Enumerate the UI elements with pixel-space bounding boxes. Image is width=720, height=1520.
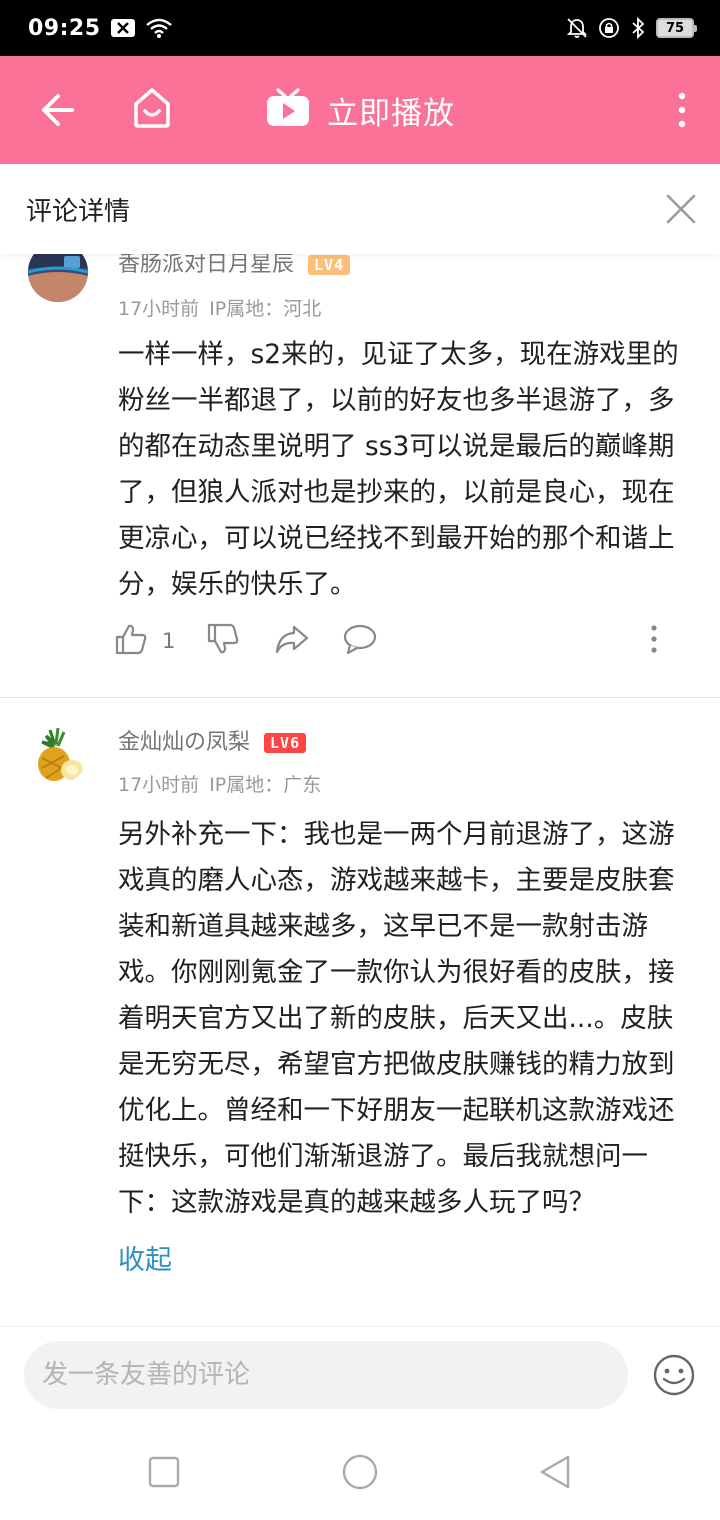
level-badge: LV6 — [264, 733, 307, 753]
like-button[interactable]: 1 — [114, 622, 175, 660]
thumbs-up-icon — [114, 622, 148, 660]
comment-location: IP属地：河北 — [209, 298, 322, 320]
username-text[interactable]: 金灿灿の凤梨 — [118, 730, 250, 755]
home-tv-icon[interactable] — [130, 84, 174, 132]
username-text[interactable]: 香肠派对日月星辰 — [118, 254, 294, 277]
bell-off-icon — [566, 17, 588, 39]
app-header: 立即播放 — [0, 56, 720, 164]
bluetooth-icon — [630, 17, 646, 39]
share-arrow-icon — [274, 622, 310, 660]
more-vertical-icon[interactable] — [670, 88, 694, 132]
notification-x-icon — [110, 19, 135, 37]
comment-item: 香肠派对日月星辰 LV4 17小时前 IP属地：河北 一样一样，s2来的，见证了太多… — [0, 254, 720, 674]
status-left: 09:25 — [28, 16, 173, 41]
comment-text: 一样一样，s2来的，见证了太多，现在游戏里的粉丝一半都退了，以前的好友也多半退游… — [118, 339, 679, 600]
comment-input[interactable] — [24, 1341, 628, 1409]
level-badge: LV4 — [308, 255, 351, 275]
comment-location: IP属地：广东 — [209, 774, 322, 796]
comment-time: 17小时前 — [118, 774, 200, 796]
collapse-link[interactable]: 收起 — [118, 1238, 172, 1277]
wifi-icon — [145, 17, 173, 39]
status-right: 75 — [566, 17, 697, 39]
status-bar: 09:25 75 — [0, 0, 720, 56]
system-nav-bar — [0, 1426, 720, 1520]
comment-username[interactable]: 香肠派对日月星辰 LV4 — [118, 254, 351, 278]
battery-indicator: 75 — [656, 18, 697, 38]
like-count: 1 — [162, 629, 176, 653]
tv-play-icon — [265, 88, 311, 132]
comment-input-bar — [0, 1326, 720, 1427]
comment-text: 另外补充一下：我也是一两个月前退游了，这游戏真的磨人心态，游戏越来越卡，主要是皮… — [118, 819, 675, 1218]
comment-list[interactable]: 香肠派对日月星辰 LV4 17小时前 IP属地：河北 一样一样，s2来的，见证了太多… — [0, 254, 720, 1326]
share-button[interactable] — [274, 622, 310, 660]
comment-detail-header: 评论详情 — [0, 164, 720, 254]
comment-meta: 17小时前 IP属地：河北 — [118, 294, 321, 321]
back-arrow-icon[interactable] — [38, 90, 76, 130]
page-title: 评论详情 — [26, 196, 131, 227]
home-circle-icon[interactable] — [341, 1453, 379, 1495]
comment-username[interactable]: 金灿灿の凤梨 LV6 — [118, 724, 307, 756]
comment-actions: 1 — [114, 622, 674, 662]
status-time: 09:25 — [28, 15, 101, 41]
back-triangle-icon[interactable] — [538, 1454, 572, 1494]
comment-time: 17小时前 — [118, 298, 200, 320]
reply-button[interactable] — [342, 622, 378, 660]
close-icon[interactable] — [666, 194, 696, 224]
emoji-face-icon[interactable] — [652, 1353, 696, 1397]
play-now-label: 立即播放 — [327, 95, 455, 132]
dislike-button[interactable] — [206, 622, 240, 660]
thumbs-down-icon — [206, 622, 240, 660]
comment-bubble-icon — [342, 622, 378, 660]
comment-more-icon[interactable] — [644, 622, 664, 656]
comment-item: 金灿灿の凤梨 LV6 17小时前 IP属地：广东 另外补充一下：我也是一两个月前退游… — [0, 698, 720, 1326]
avatar[interactable] — [28, 254, 88, 302]
play-now-button[interactable]: 立即播放 — [265, 88, 455, 133]
lock-rotation-icon — [598, 17, 620, 39]
recent-apps-square-icon[interactable] — [148, 1456, 180, 1492]
comment-meta: 17小时前 IP属地：广东 — [118, 770, 321, 797]
avatar[interactable] — [28, 724, 88, 784]
